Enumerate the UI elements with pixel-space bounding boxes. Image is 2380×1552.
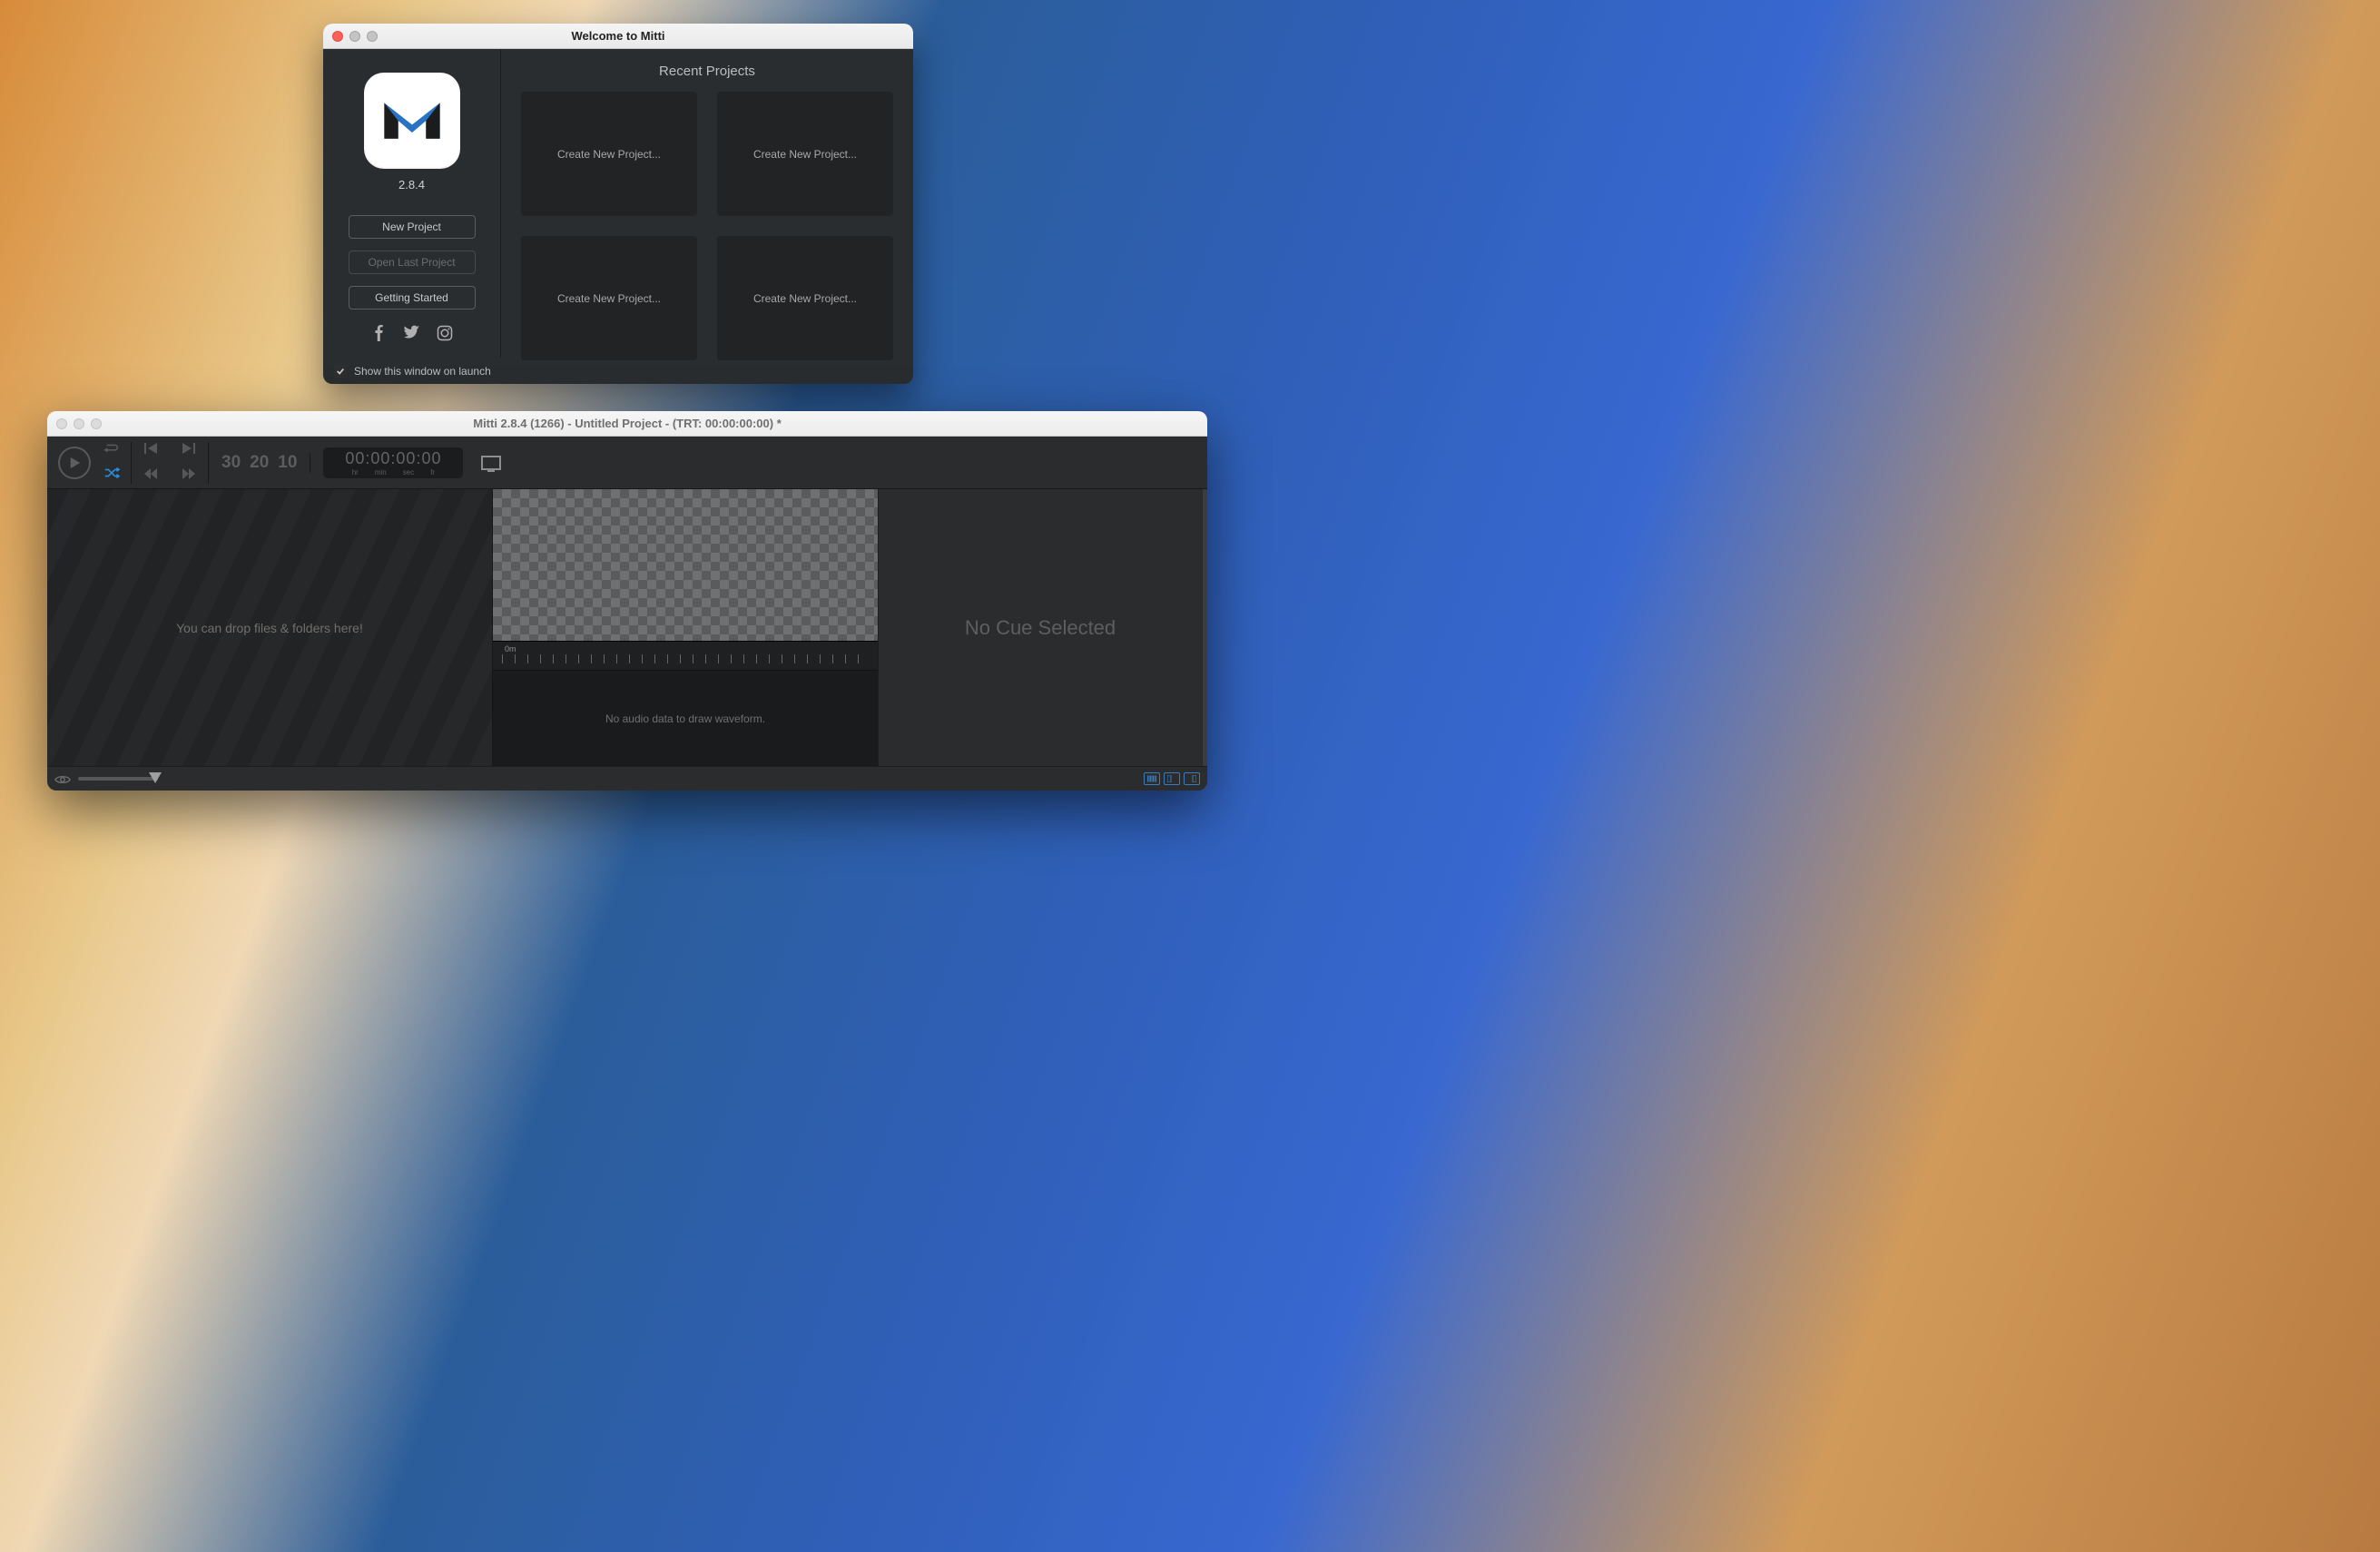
preview-canvas [493, 489, 878, 642]
tc-fr: fr [430, 468, 435, 476]
recent-slot[interactable]: Create New Project... [717, 236, 893, 360]
zoom-slider[interactable] [78, 777, 158, 781]
scrollbar[interactable] [1202, 489, 1207, 766]
fullscreen-icon[interactable] [481, 456, 501, 470]
timeline-ticks [502, 654, 869, 663]
timecode-display: 00:00:00:00 hr min sec fr [323, 447, 463, 478]
fast-forward-icon[interactable] [182, 467, 195, 484]
panel-inspector-button[interactable] [1184, 772, 1200, 785]
skip-prev-icon[interactable] [144, 442, 157, 458]
fps-selector: 30 20 10 [209, 453, 310, 473]
main-window-title: Mitti 2.8.4 (1266) - Untitled Project - … [47, 417, 1207, 430]
tc-hr: hr [352, 468, 359, 476]
panel-cues-button[interactable] [1144, 772, 1160, 785]
social-links [371, 325, 453, 346]
fps-20[interactable]: 20 [250, 453, 269, 473]
instagram-icon[interactable] [437, 325, 453, 346]
welcome-window: Welcome to Mitti 2.8.4 New Project Open … [323, 24, 913, 384]
drop-hint: You can drop files & folders here! [176, 621, 363, 635]
facebook-icon[interactable] [371, 325, 388, 346]
twitter-icon[interactable] [404, 325, 420, 346]
main-titlebar: Mitti 2.8.4 (1266) - Untitled Project - … [47, 411, 1207, 437]
tc-min: min [375, 468, 387, 476]
welcome-sidebar: 2.8.4 New Project Open Last Project Gett… [323, 49, 501, 358]
no-audio-label: No audio data to draw waveform. [605, 712, 765, 725]
waveform-area: No audio data to draw waveform. [493, 671, 878, 766]
shuffle-icon[interactable] [103, 467, 120, 484]
open-last-project-button[interactable]: Open Last Project [349, 250, 476, 274]
new-project-button[interactable]: New Project [349, 215, 476, 239]
panel-preview-button[interactable] [1164, 772, 1180, 785]
play-button[interactable] [58, 447, 91, 479]
recent-projects-panel: Recent Projects Create New Project... Cr… [501, 49, 913, 358]
timeline-zero-label: 0m [505, 644, 516, 653]
recent-projects-title: Recent Projects [521, 64, 893, 79]
drop-area[interactable]: You can drop files & folders here! [47, 489, 493, 766]
status-bar [47, 767, 1207, 791]
skip-next-icon[interactable] [182, 442, 195, 458]
transport-toolbar: 30 20 10 00:00:00:00 hr min sec fr [47, 437, 1207, 489]
visibility-icon[interactable] [54, 773, 71, 784]
inspector-panel: No Cue Selected [879, 489, 1202, 766]
app-icon [364, 73, 460, 169]
recent-slot[interactable]: Create New Project... [521, 236, 697, 360]
tc-sec: sec [403, 468, 414, 476]
recent-slot[interactable]: Create New Project... [717, 92, 893, 216]
loop-icon[interactable] [103, 442, 120, 459]
timeline[interactable]: 0m [493, 642, 878, 671]
version-label: 2.8.4 [398, 178, 425, 192]
rewind-icon[interactable] [144, 467, 157, 484]
recent-slot[interactable]: Create New Project... [521, 92, 697, 216]
fps-30[interactable]: 30 [221, 453, 241, 473]
welcome-footer: Show this window on launch [323, 358, 913, 384]
main-window: Mitti 2.8.4 (1266) - Untitled Project - … [47, 411, 1207, 791]
getting-started-button[interactable]: Getting Started [349, 286, 476, 309]
no-cue-label: No Cue Selected [965, 616, 1116, 640]
timecode-value: 00:00:00:00 [345, 449, 441, 468]
show-on-launch-label: Show this window on launch [354, 365, 491, 378]
fps-10[interactable]: 10 [278, 453, 297, 473]
welcome-titlebar: Welcome to Mitti [323, 24, 913, 49]
welcome-title: Welcome to Mitti [323, 29, 913, 43]
show-on-launch-checkbox[interactable] [334, 365, 347, 378]
